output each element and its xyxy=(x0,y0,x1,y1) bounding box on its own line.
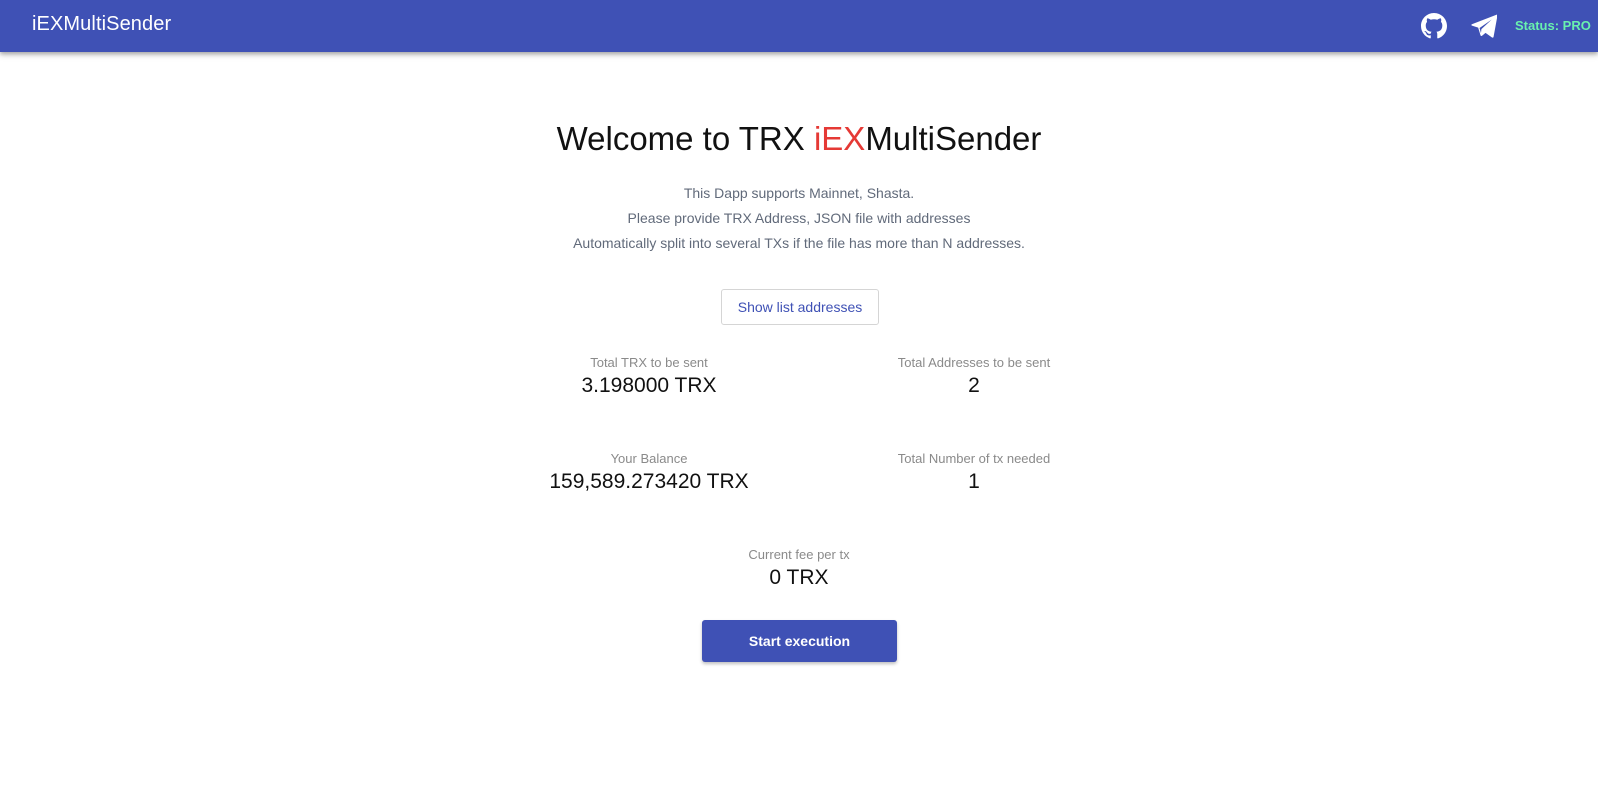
stat-total-trx: Total TRX to be sent 3.198000 TRX xyxy=(499,355,799,398)
description-line-split: Automatically split into several TXs if … xyxy=(573,235,1025,251)
stat-total-addresses: Total Addresses to be sent 2 xyxy=(824,355,1124,398)
title-accent: iEX xyxy=(813,120,866,157)
github-link[interactable] xyxy=(1420,12,1448,40)
telegram-link[interactable] xyxy=(1470,12,1498,40)
stat-value: 1 xyxy=(968,470,980,493)
stat-tx-needed: Total Number of tx needed 1 xyxy=(824,451,1124,494)
stat-fee: Current fee per tx 0 TRX xyxy=(649,547,949,590)
description-line-networks: This Dapp supports Mainnet, Shasta. xyxy=(683,185,915,201)
app-title[interactable]: iEXMultiSender xyxy=(32,13,171,36)
stat-label: Your Balance xyxy=(610,451,688,466)
telegram-icon xyxy=(1471,14,1497,38)
description-line-instructions: Please provide TRX Address, JSON file wi… xyxy=(627,210,971,226)
page-title: Welcome to TRX iEXMultiSender xyxy=(0,120,1598,158)
title-prefix: Welcome to TRX xyxy=(556,120,814,157)
app-bar: iEXMultiSender Status: PRO xyxy=(0,0,1598,52)
stat-value: 2 xyxy=(968,374,980,397)
github-icon xyxy=(1421,13,1447,39)
stat-value: 0 TRX xyxy=(769,566,829,589)
stat-label: Total TRX to be sent xyxy=(590,355,708,370)
stat-label: Current fee per tx xyxy=(748,547,850,562)
stat-value: 3.198000 TRX xyxy=(581,374,717,397)
stat-value: 159,589.273420 TRX xyxy=(549,470,749,493)
stat-label: Total Number of tx needed xyxy=(897,451,1051,466)
status-badge: Status: PRO xyxy=(1515,18,1591,33)
stat-balance: Your Balance 159,589.273420 TRX xyxy=(499,451,799,494)
stat-label: Total Addresses to be sent xyxy=(897,355,1051,370)
show-list-addresses-button[interactable]: Show list addresses xyxy=(721,289,879,325)
start-execution-button[interactable]: Start execution xyxy=(702,620,897,662)
title-suffix: MultiSender xyxy=(865,120,1042,157)
